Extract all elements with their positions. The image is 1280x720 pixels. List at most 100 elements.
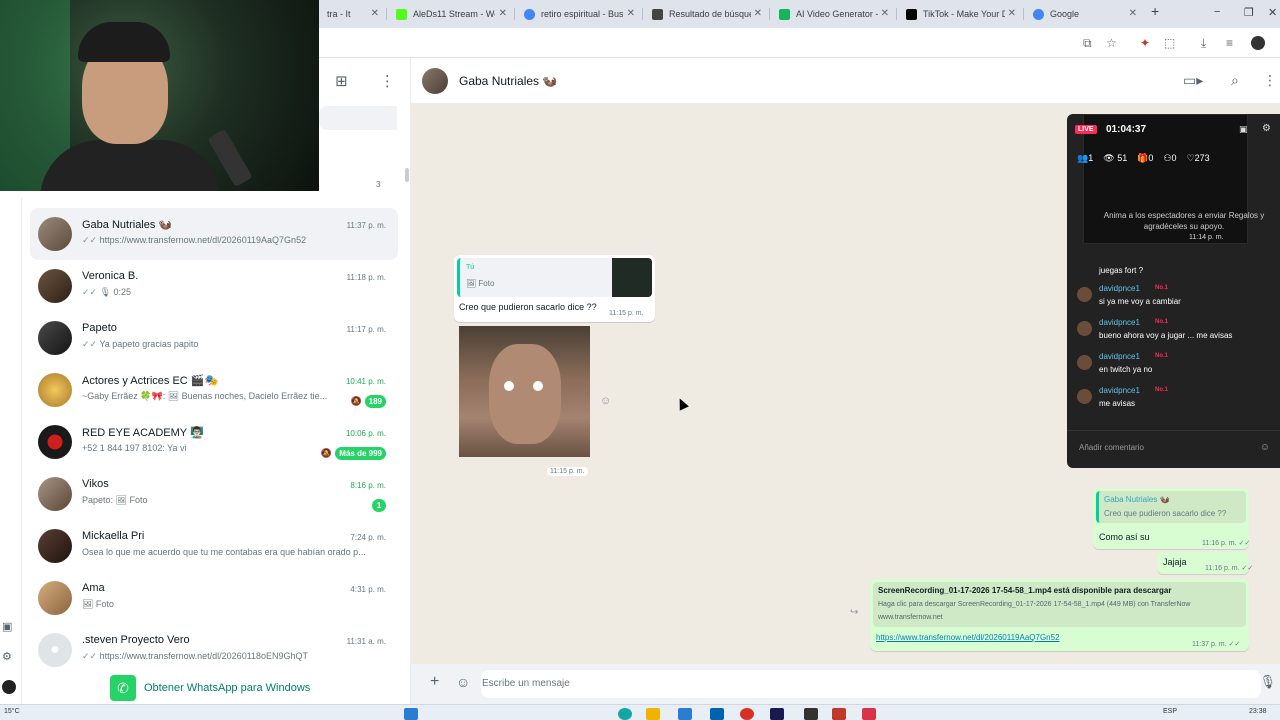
chat-list-item[interactable]: Mickaella Pri Osea lo que me acuerdo que… [30,520,398,572]
browser-tab[interactable]: tra - It ✕ [319,4,385,24]
close-tab-icon[interactable]: ✕ [754,8,762,19]
chat-title[interactable]: Gaba Nutriales 🦦 [459,74,557,88]
lock-icon[interactable]: ▣ [1239,124,1248,135]
bookmark-star-icon[interactable]: ☆ [1106,36,1117,50]
chat-preview: ✓✓ https://www.transfernow.net/dl/202601… [82,235,307,245]
attach-plus-icon[interactable]: + [430,673,439,691]
start-button[interactable] [404,708,418,720]
muted-icon: 🔕 [320,448,332,458]
get-app-link[interactable]: ✆ Obtener WhatsApp para Windows [110,675,310,701]
menu-icon[interactable]: ⋮ [1263,72,1277,89]
file-explorer-icon[interactable] [646,708,660,720]
extension-icon[interactable]: ✦ [1140,36,1150,50]
message-input[interactable]: Escribe un mensaje [481,670,1261,698]
download-icon[interactable]: ⤓ [1201,36,1206,51]
taskbar-app-icon[interactable] [832,708,846,720]
media-icon[interactable]: ▣ [2,620,12,633]
kick-favicon-icon [396,8,407,20]
message-bubble[interactable]: Jajaja 11:16 p. m. ✓✓ [1157,552,1253,574]
close-tab-icon[interactable]: ✕ [1008,8,1016,19]
message-link[interactable]: https://www.transfernow.net/dl/20260119A… [876,633,1060,642]
media-control-icon[interactable]: ≡ [1226,36,1233,50]
chat-list-item[interactable]: RED EYE ACADEMY 👨🏻‍🏫 +52 1 844 197 8102:… [30,416,398,468]
browser-tab[interactable]: AI Video Generator - ✕ [771,4,895,24]
browser-tab[interactable]: AleDs11 Stream - We ✕ [388,4,513,24]
chrome-icon[interactable] [740,708,754,720]
image-message[interactable] [459,326,590,457]
settings-gear-icon[interactable]: ⚙ [2,650,12,663]
close-window-button[interactable]: ✕ [1268,6,1277,19]
search-input[interactable] [319,106,397,130]
avatar [1077,389,1092,404]
language-indicator[interactable]: ESP [1163,708,1177,715]
profile-avatar[interactable] [1251,36,1265,50]
chat-list-item[interactable]: ● .steven Proyecto Vero ✓✓ https://www.t… [30,624,398,676]
chat-preview: +52 1 844 197 8102: Ya vi [82,443,187,453]
reply-quote[interactable]: Tú 🖼 Foto [457,258,652,297]
reply-quote[interactable]: Gaba Nutriales 🦦 Creo que pudieron sacar… [1096,491,1246,523]
chat-list-item[interactable]: Gaba Nutriales 🦦 ✓✓ https://www.transfer… [30,208,398,260]
browser-tab[interactable]: Google ✕ [1025,4,1143,24]
browser-tab[interactable]: Resultado de búsque ✕ [644,4,768,24]
weather-temp[interactable]: 15°C [4,708,20,715]
close-tab-icon[interactable]: ✕ [371,8,379,19]
forward-icon[interactable]: ↪ [850,607,858,618]
profile-avatar[interactable] [2,680,16,694]
chat-preview: Papeto: 🖼 Foto [82,495,148,505]
taskbar-app-icon[interactable] [618,708,632,720]
emoji-icon[interactable]: ☺ [1260,442,1270,453]
chat-preview: 🖼 Foto [82,599,114,609]
search-icon[interactable]: ⌕ [1231,72,1239,89]
chat-time: 7:24 p. m. [350,533,386,542]
clock[interactable]: 23:38 [1249,708,1267,715]
unread-badge: 1 [372,499,386,512]
chat-preview: ✓✓ https://www.transfernow.net/dl/202601… [82,651,309,661]
chat-list: Gaba Nutriales 🦦 ✓✓ https://www.transfer… [30,208,398,676]
message-time: 11:16 p. m. ✓✓ [1205,565,1254,572]
install-app-icon[interactable]: ⧉ [1083,36,1092,51]
new-chat-icon[interactable]: ⊞ [335,72,348,90]
close-tab-icon[interactable]: ✕ [1129,8,1137,19]
chat-list-item[interactable]: Papeto ✓✓ Ya papeto gracias papito 11:17… [30,312,398,364]
new-tab-button[interactable]: + [1151,3,1159,19]
live-comment-input[interactable]: Añadir comentario ☺ [1067,430,1280,468]
sidebar-scrollbar[interactable] [405,168,409,182]
chat-list-item[interactable]: Actores y Actrices EC 🎬🎭 ~Gaby Errãez 🍀🎀… [30,364,398,416]
message-time: 11:37 p. m. ✓✓ [1192,641,1241,648]
link-preview[interactable]: ScreenRecording_01-17-2026 17-54-58_1.mp… [873,582,1246,627]
close-tab-icon[interactable]: ✕ [881,8,889,19]
message-bubble[interactable]: Tú 🖼 Foto Creo que pudieron sacarlo dice… [454,255,655,322]
close-tab-icon[interactable]: ✕ [499,8,507,19]
minimize-button[interactable]: − [1214,6,1220,18]
taskbar-app-icon[interactable] [678,708,692,720]
message-bubble[interactable]: ScreenRecording_01-17-2026 17-54-58_1.mp… [870,579,1249,651]
taskbar-app-icon[interactable] [862,708,876,720]
browser-tab[interactable]: retiro espiritual - Bus ✕ [516,4,641,24]
extensions-puzzle-icon[interactable]: ⬚ [1164,36,1175,50]
menu-icon[interactable]: ⋮ [380,72,395,90]
emoji-icon[interactable]: ☺ [456,674,470,690]
maximize-button[interactable]: ❐ [1244,6,1254,19]
chat-list-item[interactable]: Veronica B. ✓✓ 🎙 0:25 11:18 p. m. [30,260,398,312]
archived-count: 3 [376,180,381,189]
close-tab-icon[interactable]: ✕ [627,8,635,19]
taskbar-app-icon[interactable] [770,708,784,720]
chat-name: RED EYE ACADEMY 👨🏻‍🏫 [82,427,204,439]
live-timer: 01:04:37 [1106,124,1147,135]
react-emoji-icon[interactable]: ☺ [600,395,611,407]
chat-list-item[interactable]: Ama 🖼 Foto 4:31 p. m. [30,572,398,624]
obs-icon[interactable] [804,708,818,720]
avatar[interactable] [422,68,448,94]
viewers-stat: 👁 51 [1103,153,1128,163]
microphone-icon[interactable]: 🎙 [1259,674,1276,690]
settings-gear-icon[interactable]: ⚙ [1262,123,1271,134]
taskbar-app-icon[interactable] [710,708,724,720]
message-bubble[interactable]: Gaba Nutriales 🦦 Creo que pudieron sacar… [1093,488,1251,549]
chat-list-item[interactable]: Vikos Papeto: 🖼 Foto 8:16 p. m. 1 [30,468,398,520]
browser-tab[interactable]: TikTok - Make Your D ✕ [898,4,1022,24]
video-call-icon[interactable]: ▭▸ [1183,72,1203,89]
message-time: 11:16 p. m. ✓✓ [1202,540,1251,547]
avatar [38,425,72,459]
chat-header[interactable]: Gaba Nutriales 🦦 ▭▸ ⌕ ⋮ [411,58,1280,104]
follower-icon: ⚇ [1163,153,1172,163]
